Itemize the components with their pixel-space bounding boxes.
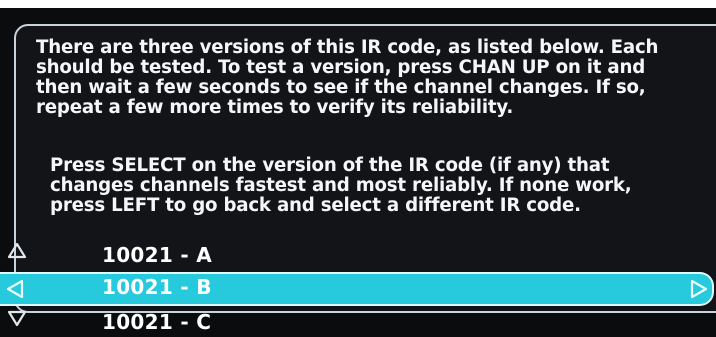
- version-item-c[interactable]: 10021 - C: [102, 310, 211, 334]
- tv-screen: There are three versions of this IR code…: [0, 8, 716, 337]
- version-item-a[interactable]: 10021 - A: [102, 243, 212, 267]
- version-item-b[interactable]: 10021 - B: [102, 275, 212, 299]
- right-arrow-icon[interactable]: [688, 278, 710, 300]
- left-arrow-icon[interactable]: [4, 278, 26, 300]
- instructions-paragraph-2: Press SELECT on the version of the IR co…: [50, 155, 632, 216]
- down-arrow-icon[interactable]: [6, 310, 28, 328]
- instructions-paragraph-1: There are three versions of this IR code…: [36, 37, 659, 118]
- up-arrow-icon[interactable]: [6, 241, 28, 259]
